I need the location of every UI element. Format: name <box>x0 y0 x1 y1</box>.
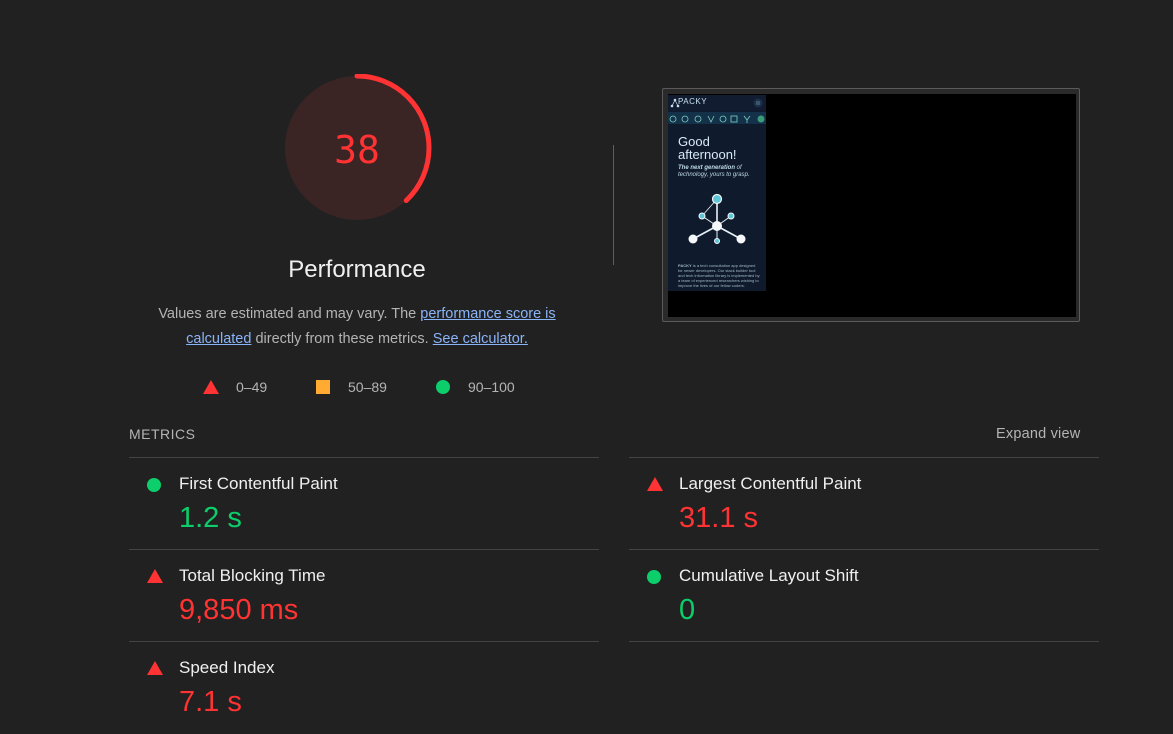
legend-item-pass: 90–100 <box>436 379 515 395</box>
fail-triangle-icon <box>203 380 219 394</box>
metric-value: 31.1 s <box>679 502 758 534</box>
metric-name: Speed Index <box>179 658 275 677</box>
metric-speed-index: Speed Index 7.1 s <box>129 641 599 734</box>
score-description: Values are estimated and may vary. The p… <box>140 302 574 352</box>
description-text: Values are estimated and may vary. The <box>158 306 421 322</box>
final-screenshot[interactable]: PACKY Good afternoon! The next generatio… <box>662 88 1080 322</box>
preview-header: PACKY <box>668 95 766 111</box>
metric-name: Cumulative Layout Shift <box>679 566 859 585</box>
legend-label: 90–100 <box>468 379 515 395</box>
preview-tagline-bold: The next generation <box>678 165 736 171</box>
preview-tagline: The next generation of technology, yours… <box>678 165 758 179</box>
metric-largest-contentful-paint: Largest Contentful Paint 31.1 s <box>629 457 1099 550</box>
fail-triangle-icon <box>147 661 163 675</box>
fail-triangle-icon <box>647 477 663 491</box>
see-calculator-link[interactable]: See calculator. <box>433 331 528 347</box>
pass-circle-icon <box>436 380 450 394</box>
legend-item-average: 50–89 <box>316 379 387 395</box>
page-preview: PACKY Good afternoon! The next generatio… <box>668 95 766 291</box>
network-graph-icon <box>688 193 746 244</box>
metric-value: 1.2 s <box>179 502 242 534</box>
preview-greeting: Good afternoon! <box>678 134 737 162</box>
metrics-divider <box>629 641 1099 643</box>
tech-logos-icon <box>669 115 765 123</box>
legend-label: 0–49 <box>236 379 268 395</box>
performance-gauge: 38 <box>280 74 434 228</box>
average-square-icon <box>316 380 330 394</box>
metric-name: First Contentful Paint <box>179 474 338 493</box>
vertical-divider <box>613 145 614 265</box>
score-legend: 0–49 50–89 90–100 <box>0 379 1173 399</box>
metric-value: 9,850 ms <box>179 594 299 626</box>
metric-name: Total Blocking Time <box>179 566 326 585</box>
metric-cumulative-layout-shift: Cumulative Layout Shift 0 <box>629 549 1099 642</box>
pass-circle-icon <box>147 478 161 492</box>
fail-triangle-icon <box>147 569 163 583</box>
menu-icon <box>753 98 763 108</box>
metric-first-contentful-paint: First Contentful Paint 1.2 s <box>129 457 599 550</box>
performance-score: 38 <box>334 128 380 172</box>
category-title: Performance <box>288 256 426 283</box>
legend-item-fail: 0–49 <box>203 379 267 395</box>
preview-brand: PACKY <box>678 97 708 106</box>
description-text-2: directly from these metrics. <box>251 331 433 347</box>
preview-tech-icons <box>668 112 766 124</box>
legend-label: 50–89 <box>348 379 387 395</box>
pass-circle-icon <box>647 570 661 584</box>
metric-name: Largest Contentful Paint <box>679 474 862 493</box>
expand-view-toggle[interactable]: Expand view <box>996 426 1080 442</box>
metrics-header: METRICS <box>129 426 196 442</box>
metric-value: 0 <box>679 594 696 626</box>
metric-value: 7.1 s <box>179 686 242 718</box>
screenshot-canvas: PACKY Good afternoon! The next generatio… <box>668 94 1076 317</box>
preview-body: PACKY is a tech consultation app designe… <box>678 263 760 288</box>
metric-total-blocking-time: Total Blocking Time 9,850 ms <box>129 549 599 642</box>
